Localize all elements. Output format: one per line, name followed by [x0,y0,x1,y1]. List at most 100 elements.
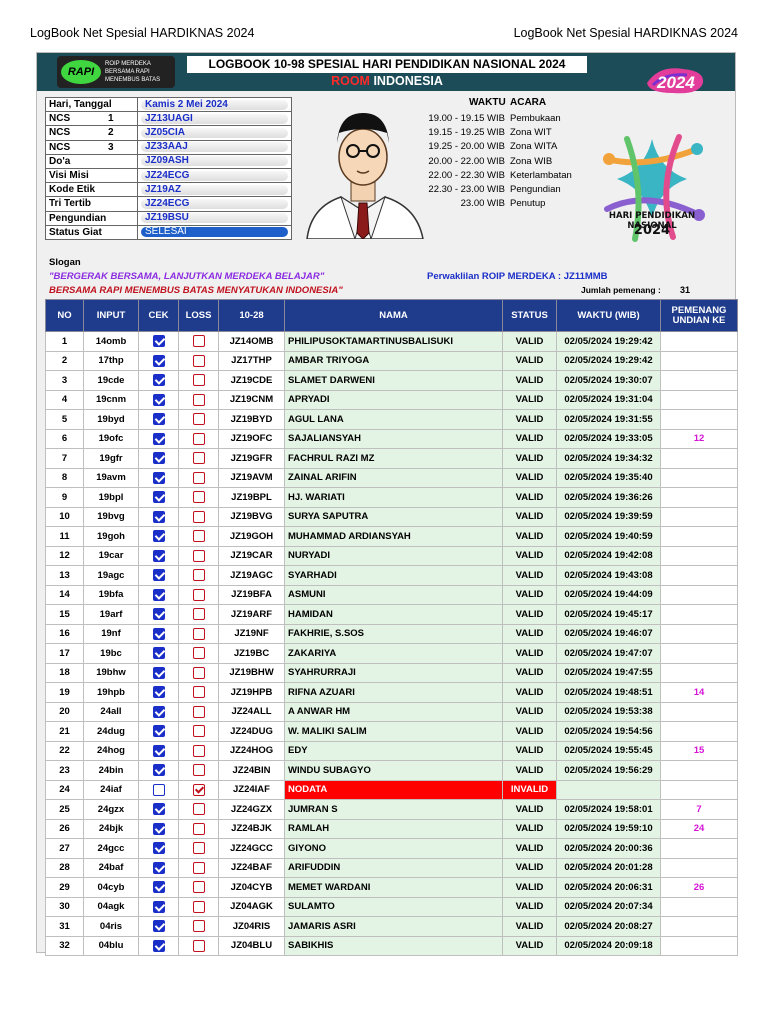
rapi-logo-line: ROIP MERDEKA [105,61,151,67]
cek-checkbox[interactable] [152,881,165,894]
cell-waktu: 02/05/2024 20:07:34 [556,896,661,917]
loss-checkbox[interactable] [192,686,205,699]
cek-checkbox[interactable] [152,686,165,699]
loss-checkbox[interactable] [192,432,205,445]
log-column-header: LOSS [178,299,219,332]
cek-checkbox[interactable] [152,413,165,426]
schedule-header-event: ACARA [510,97,547,108]
page-header-right: LogBook Net Spesial HARDIKNAS 2024 [513,26,738,40]
cek-checkbox[interactable] [152,588,165,601]
log-row: 29 04cyb JZ04CYB MEMET WARDANI VALID 02/05/20… [45,877,738,898]
loss-checkbox[interactable] [192,881,205,894]
cek-checkbox[interactable] [152,530,165,543]
info-key-label: NCS [49,127,71,139]
loss-checkbox[interactable] [192,452,205,465]
loss-checkbox[interactable] [192,783,205,796]
rapi-logo: RAPI ROIP MERDEKA BERSAMA RAPI MENEMBUS … [57,56,175,88]
cek-checkbox[interactable] [152,842,165,855]
cek-checkbox[interactable] [152,627,165,640]
cek-checkbox[interactable] [152,920,165,933]
cell-cek [138,428,179,449]
cek-checkbox[interactable] [152,705,165,718]
loss-checkbox[interactable] [192,354,205,367]
loss-checkbox[interactable] [192,666,205,679]
cell-waktu: 02/05/2024 19:48:51 [556,682,661,703]
loss-checkbox[interactable] [192,608,205,621]
loss-checkbox[interactable] [192,842,205,855]
cell-cek [138,331,179,352]
cek-checkbox[interactable] [152,608,165,621]
participant-log-table: NO INPUT CEK LOSS 10-28 NAMA STATUS WAKTU (WIB)… [45,299,738,956]
schedule-row: 22.00 - 22.30 WIB Keterlambatan [417,170,597,184]
loss-checkbox[interactable] [192,920,205,933]
loss-checkbox[interactable] [192,510,205,523]
loss-checkbox[interactable] [192,861,205,874]
cell-input: 19bpl [83,487,139,508]
cek-checkbox[interactable] [152,452,165,465]
loss-checkbox[interactable] [192,491,205,504]
cell-no: 25 [45,799,84,820]
loss-checkbox[interactable] [192,471,205,484]
cek-checkbox[interactable] [152,822,165,835]
cell-waktu: 02/05/2024 20:09:18 [556,935,661,956]
log-row: 5 19byd JZ19BYD AGUL LANA VALID 02/05/2024 19… [45,409,738,430]
loss-checkbox[interactable] [192,725,205,738]
cell-pemenang [660,448,738,469]
cek-checkbox[interactable] [152,393,165,406]
cell-callsign: JZ04RIS [218,916,285,937]
loss-checkbox[interactable] [192,822,205,835]
cek-checkbox[interactable] [152,335,165,348]
cell-status: VALID [502,740,557,761]
loss-checkbox[interactable] [192,939,205,952]
loss-checkbox[interactable] [192,393,205,406]
loss-checkbox[interactable] [192,588,205,601]
cek-checkbox[interactable] [152,744,165,757]
cell-no: 13 [45,565,84,586]
cek-checkbox[interactable] [152,803,165,816]
cell-nama: MEMET WARDANI [284,877,503,898]
cek-checkbox[interactable] [152,432,165,445]
cek-checkbox[interactable] [152,510,165,523]
cek-checkbox[interactable] [152,939,165,952]
cell-waktu: 02/05/2024 19:39:59 [556,506,661,527]
loss-checkbox[interactable] [192,705,205,718]
loss-checkbox[interactable] [192,569,205,582]
cell-loss [178,740,219,761]
cek-checkbox[interactable] [152,569,165,582]
loss-checkbox[interactable] [192,530,205,543]
cek-checkbox[interactable] [152,374,165,387]
cek-checkbox[interactable] [152,549,165,562]
cek-checkbox[interactable] [152,900,165,913]
cek-checkbox[interactable] [152,764,165,777]
loss-checkbox[interactable] [192,764,205,777]
cek-checkbox[interactable] [152,783,165,796]
loss-checkbox[interactable] [192,744,205,757]
cell-nama: FAKHRIE, S.SOS [284,623,503,644]
cell-no: 18 [45,662,84,683]
log-row: 9 19bpl JZ19BPL HJ. WARIATI VALID 02/05/2024 … [45,487,738,508]
cek-checkbox[interactable] [152,471,165,484]
loss-checkbox[interactable] [192,627,205,640]
log-column-header: WAKTU (WIB) [556,299,661,332]
cek-checkbox[interactable] [152,725,165,738]
loss-checkbox[interactable] [192,803,205,816]
loss-checkbox[interactable] [192,335,205,348]
cell-callsign: JZ24HOG [218,740,285,761]
info-key: Do'a [45,153,138,169]
info-key: Kode Etik [45,182,138,198]
cell-no: 10 [45,506,84,527]
cek-checkbox[interactable] [152,666,165,679]
loss-checkbox[interactable] [192,374,205,387]
loss-checkbox[interactable] [192,549,205,562]
cek-checkbox[interactable] [152,647,165,660]
cell-no: 32 [45,935,84,956]
loss-checkbox[interactable] [192,900,205,913]
cek-checkbox[interactable] [152,861,165,874]
cek-checkbox[interactable] [152,354,165,367]
cell-loss [178,779,219,800]
cell-input: 24bin [83,760,139,781]
cek-checkbox[interactable] [152,491,165,504]
loss-checkbox[interactable] [192,647,205,660]
loss-checkbox[interactable] [192,413,205,426]
cell-loss [178,409,219,430]
